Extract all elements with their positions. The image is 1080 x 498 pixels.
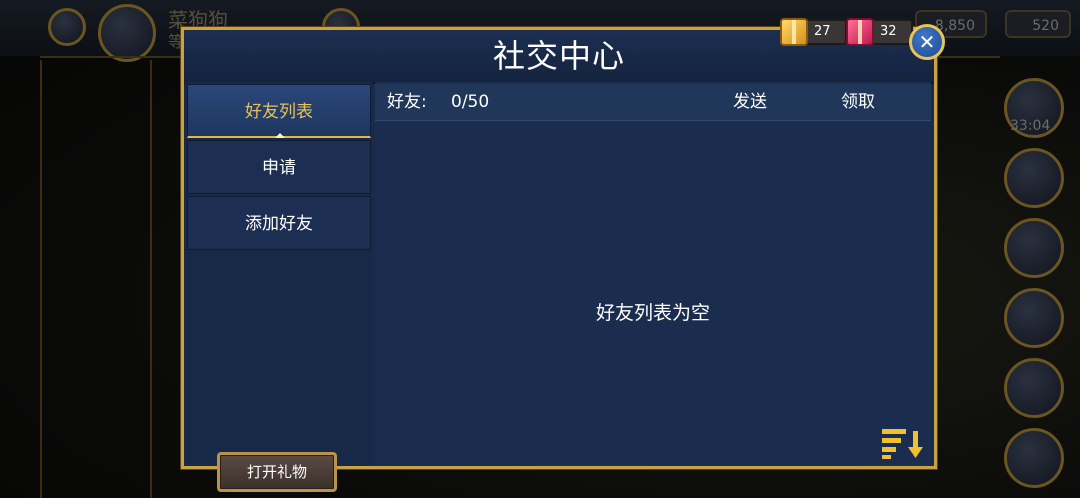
tab-add-friend[interactable]: 添加好友 bbox=[187, 196, 371, 250]
pink-gift-icon bbox=[846, 18, 874, 46]
background-gems: 520 bbox=[1005, 10, 1071, 38]
close-icon: ✕ bbox=[918, 30, 936, 54]
claim-column-header: 领取 bbox=[841, 92, 875, 112]
empty-list-message: 好友列表为空 bbox=[595, 302, 710, 324]
friend-list-panel: 好友: 0/50 发送 领取 好友列表为空 bbox=[375, 82, 931, 466]
background-timer: 33:04 bbox=[1010, 118, 1051, 134]
tab-requests[interactable]: 申请 bbox=[187, 140, 371, 194]
background-side-button-3 bbox=[1004, 218, 1064, 278]
background-frame-line bbox=[40, 60, 42, 498]
background-side-button-5 bbox=[1004, 358, 1064, 418]
gold-gift-count: 27 bbox=[804, 19, 847, 45]
sort-icon[interactable] bbox=[882, 428, 928, 460]
background-side-button-4 bbox=[1004, 288, 1064, 348]
background-player-avatar bbox=[98, 4, 156, 62]
friend-list-header: 好友: 0/50 发送 领取 bbox=[375, 84, 931, 121]
gold-gift-counter: 27 bbox=[780, 18, 847, 46]
background-frame-line bbox=[150, 60, 152, 498]
background-side-button-2 bbox=[1004, 148, 1064, 208]
pink-gift-counter: 32 bbox=[846, 18, 913, 46]
social-center-dialog: 社交中心 27 32 ✕ 好友列表 申请 添加好友 打开礼物 好友: 0/50 … bbox=[181, 18, 945, 492]
background-settings-button bbox=[48, 8, 86, 46]
close-button[interactable]: ✕ bbox=[909, 24, 945, 60]
tab-sidebar: 好友列表 申请 添加好友 打开礼物 bbox=[185, 82, 372, 492]
send-column-header: 发送 bbox=[733, 92, 767, 112]
friends-label: 好友: bbox=[387, 92, 427, 112]
friends-count: 0/50 bbox=[451, 92, 490, 112]
pink-gift-count: 32 bbox=[870, 19, 913, 45]
tab-friend-list[interactable]: 好友列表 bbox=[187, 84, 371, 138]
gold-gift-icon bbox=[780, 18, 808, 46]
open-gift-button[interactable]: 打开礼物 bbox=[217, 452, 337, 492]
background-side-button-6 bbox=[1004, 428, 1064, 488]
